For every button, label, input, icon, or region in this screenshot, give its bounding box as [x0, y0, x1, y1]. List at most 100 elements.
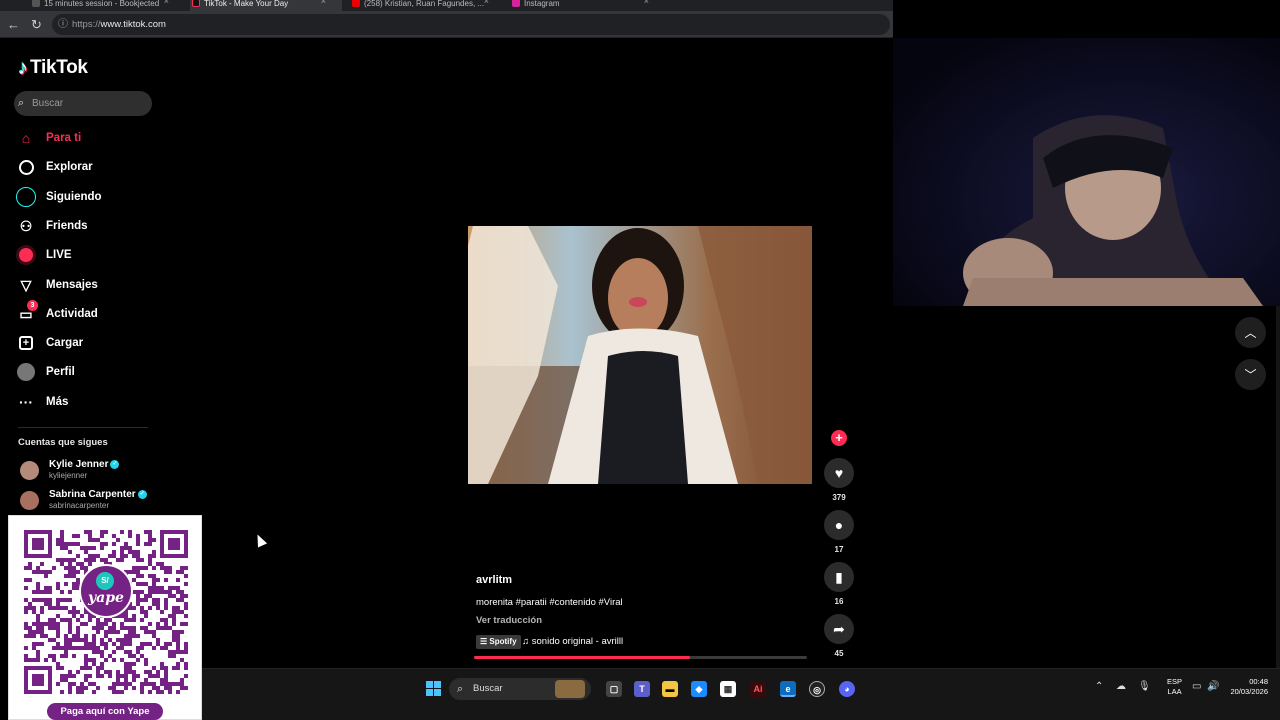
teams-icon[interactable]: T — [634, 681, 650, 697]
previous-video-button[interactable]: ︿ — [1235, 317, 1266, 348]
discord-icon[interactable]: ◕ — [839, 681, 855, 697]
nav-item-live[interactable]: LIVE — [16, 243, 156, 267]
tab-close-icon[interactable]: × — [321, 0, 326, 6]
tab-close-icon[interactable]: × — [164, 0, 169, 6]
nav-item-mensajes[interactable]: ▽ Mensajes — [16, 273, 156, 297]
edge-icon[interactable]: e — [780, 681, 796, 697]
video-creator-username[interactable]: avrlitm — [476, 574, 512, 586]
file-explorer-icon[interactable]: ▬ — [662, 681, 678, 697]
next-video-button[interactable]: ﹀ — [1235, 359, 1266, 390]
browser-tab-strip: 15 minutes session - Bookjected × TikTok… — [0, 0, 893, 11]
nav-label: LIVE — [46, 249, 72, 261]
nav-item-mas[interactable]: ··· Más — [16, 390, 156, 414]
tiktok-logo[interactable]: ♪ TikTok — [18, 56, 88, 80]
browser-tab-active[interactable]: TikTok - Make Your Day × — [190, 0, 342, 11]
chrome-icon[interactable]: ◎ — [809, 681, 825, 697]
video-frame — [468, 226, 812, 484]
nav-item-friends[interactable]: ⚇ Friends — [16, 214, 156, 238]
video-player[interactable] — [468, 226, 812, 484]
volume-icon[interactable]: 🔊 — [1207, 681, 1219, 692]
task-view-icon[interactable]: ▢ — [606, 681, 622, 697]
search-input[interactable]: ⌕ Buscar — [14, 91, 152, 116]
url-host: www.tiktok.com — [100, 19, 166, 30]
keyboard-language[interactable]: ESP LAA — [1167, 677, 1182, 697]
like-count: 379 — [832, 493, 846, 502]
windows-start-icon[interactable] — [426, 681, 442, 697]
following-account[interactable]: Kylie Jenner ✓ kyliejenner — [20, 459, 170, 483]
following-accounts-heading: Cuentas que sigues — [18, 437, 108, 448]
windows-taskbar: ⌕ Buscar ▢ T ▬ ◆ ▦ Ai e ◎ ◕ ⌃ ☁ 🎙 ▭ 🔊 ES… — [202, 668, 1280, 720]
tiktok-note-icon: ♪ — [18, 56, 28, 79]
spotify-chip[interactable]: ☰ Spotify — [476, 635, 521, 649]
chevron-down-icon: ﹀ — [1244, 368, 1257, 382]
nav-label: Explorar — [46, 161, 93, 173]
tab-close-icon[interactable]: × — [644, 0, 649, 6]
nav-label: Cargar — [46, 337, 84, 349]
avatar — [20, 491, 39, 510]
music-note-icon: ♫ — [522, 636, 532, 647]
follow-plus-button[interactable]: + — [831, 430, 847, 446]
browser-tab[interactable]: Instagram × — [510, 0, 665, 11]
illustrator-icon[interactable]: Ai — [750, 681, 766, 697]
comment-button[interactable]: ● — [824, 510, 854, 540]
browser-tab[interactable]: 15 minutes session - Bookjected × — [30, 0, 185, 11]
upload-icon: + — [16, 333, 36, 353]
music-track[interactable]: ♫ sonido original - avrilll — [522, 636, 623, 647]
system-clock[interactable]: 00:48 20/03/2026 — [1226, 677, 1268, 697]
instagram-favicon-icon — [512, 0, 520, 7]
taskbar-search[interactable]: ⌕ Buscar — [449, 678, 591, 700]
comment-icon: ● — [834, 517, 844, 533]
nav-label: Siguiendo — [46, 191, 102, 203]
nav-item-para-ti[interactable]: ⌂ Para ti — [16, 126, 156, 150]
browser-tab[interactable]: (258) Kristian, Ruan Fagundes, ... × — [350, 0, 505, 11]
save-button[interactable]: ▮ — [824, 562, 854, 592]
nav-item-siguiendo[interactable]: Siguiendo — [16, 185, 156, 209]
account-name: Sabrina Carpenter ✓ — [49, 489, 147, 500]
share-button[interactable]: ➦ — [824, 614, 854, 644]
more-icon: ··· — [19, 394, 33, 410]
search-highlight-image — [555, 680, 585, 698]
avatar — [20, 461, 39, 480]
nav-label: Mensajes — [46, 279, 98, 291]
following-circle-icon — [16, 187, 36, 207]
tray-chevron-up-icon[interactable]: ⌃ — [1095, 681, 1103, 692]
url-input[interactable]: ⓘ https://www.tiktok.com — [52, 14, 890, 35]
verified-icon: ✓ — [137, 489, 147, 499]
language-layout: LAA — [1167, 687, 1182, 696]
like-button[interactable]: ♥ — [824, 458, 854, 488]
store-icon[interactable]: ▦ — [720, 681, 736, 697]
spotify-icon: ☰ — [480, 637, 490, 646]
translate-link[interactable]: Ver traducción — [476, 615, 542, 626]
nav-label: Para ti — [46, 132, 82, 144]
nav-label: Friends — [46, 220, 88, 232]
pay-with-yape-button[interactable]: Paga aquí con Yape — [47, 703, 163, 720]
account-name-text: Sabrina Carpenter — [49, 489, 136, 500]
webcam-frame — [893, 38, 1280, 306]
display-icon[interactable]: ▭ — [1192, 681, 1201, 692]
site-info-icon[interactable]: ⓘ — [58, 14, 68, 35]
tab-close-icon[interactable]: × — [484, 0, 489, 6]
copilot-icon[interactable]: ◆ — [691, 681, 707, 697]
account-name: Kylie Jenner ✓ — [49, 459, 120, 470]
tab-favicon-icon — [32, 0, 40, 7]
reload-icon[interactable]: ↻ — [31, 17, 42, 33]
browser-address-bar: ← ↻ ⓘ https://www.tiktok.com — [0, 11, 893, 38]
tab-label: 15 minutes session - Bookjected — [44, 0, 160, 8]
back-arrow-icon[interactable]: ← — [7, 17, 20, 32]
video-progress-bar[interactable] — [474, 656, 807, 659]
taskbar-search-label: Buscar — [473, 683, 503, 694]
logo-wordmark: TikTok — [30, 57, 88, 78]
following-account[interactable]: Sabrina Carpenter ✓ sabrinacarpenter — [20, 489, 170, 513]
video-progress-fill — [474, 656, 691, 659]
language-code: ESP — [1167, 677, 1183, 686]
nav-item-explorar[interactable]: Explorar — [16, 155, 156, 179]
cloud-icon[interactable]: ☁ — [1116, 681, 1126, 692]
page-scrollbar[interactable] — [1276, 306, 1280, 668]
nav-item-actividad[interactable]: ▭ 3 Actividad — [16, 300, 156, 326]
microphone-icon[interactable]: 🎙 — [1138, 681, 1151, 692]
clock-time: 00:48 — [1249, 677, 1268, 686]
nav-item-cargar[interactable]: + Cargar — [16, 331, 156, 355]
nav-item-perfil[interactable]: Perfil — [16, 360, 156, 384]
yape-qr-card: S/ yape Paga aquí con Yape — [8, 515, 202, 720]
bookmark-icon: ▮ — [835, 568, 843, 585]
